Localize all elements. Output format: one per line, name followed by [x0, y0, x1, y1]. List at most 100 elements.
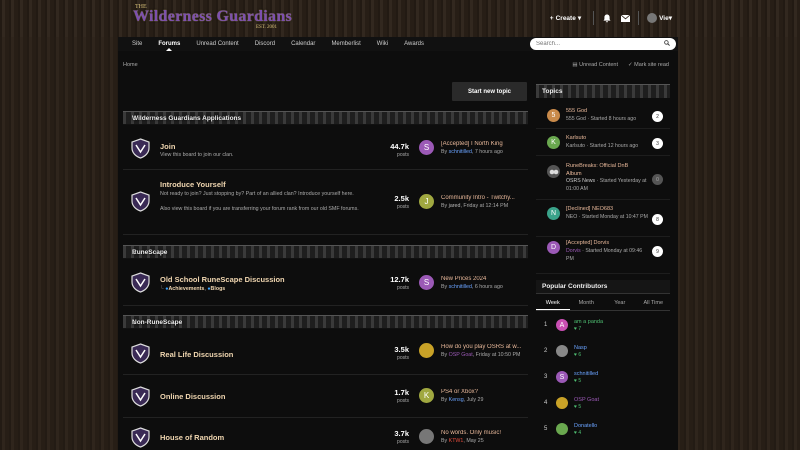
- contributors-tab-all-time[interactable]: All Time: [637, 297, 671, 310]
- contributor-row[interactable]: 2 Nasp ♥ 6: [536, 339, 670, 365]
- category-header[interactable]: Wilderness Guardians Applications ⌄: [123, 111, 528, 125]
- topic-title[interactable]: RuneBreaks: Official DnB Album: [566, 163, 638, 178]
- contributor-row[interactable]: 5 Donatello ♥ 4: [536, 417, 670, 443]
- last-post-user[interactable]: Kensg: [449, 397, 464, 403]
- last-post-user[interactable]: jared: [449, 203, 461, 209]
- search-icon[interactable]: [664, 40, 670, 48]
- avatar[interactable]: [556, 345, 568, 357]
- last-post-title[interactable]: PS4 or Xbox?: [441, 389, 527, 395]
- contributor-name[interactable]: am a panda: [574, 319, 603, 325]
- post-count-label: posts: [397, 152, 409, 158]
- last-post-user[interactable]: schnitilled: [449, 284, 472, 290]
- contributor-name[interactable]: Donatello: [574, 423, 597, 429]
- user-avatar[interactable]: [647, 13, 658, 23]
- forum-title[interactable]: Join: [160, 142, 175, 151]
- forum-row[interactable]: Join View this board to join our clan. 4…: [123, 126, 528, 170]
- forum-row[interactable]: Old School RuneScape Discussion └ ●Achie…: [123, 260, 528, 306]
- topic-title[interactable]: Karlsuto: [566, 135, 638, 143]
- topic-author[interactable]: 555 God: [566, 116, 586, 122]
- unread-content-link[interactable]: ▤ Unread Content: [572, 62, 618, 68]
- topic-item[interactable]: K Karlsuto Karlsuto · Started 12 hours a…: [536, 130, 670, 156]
- avatar[interactable]: 5: [547, 109, 560, 122]
- mark-read-link[interactable]: ✓ Mark site read: [628, 62, 669, 68]
- topic-item[interactable]: N [Declined] NEO683 NEO · Started Monday…: [536, 201, 670, 237]
- avatar[interactable]: K: [547, 136, 560, 149]
- contributor-name[interactable]: Nasp: [574, 345, 587, 351]
- envelope-icon[interactable]: [620, 13, 630, 23]
- avatar[interactable]: [556, 397, 568, 409]
- user-name[interactable]: Vie: [659, 15, 669, 22]
- forum-title[interactable]: Online Discussion: [160, 392, 225, 401]
- forum-row[interactable]: Real Life Discussion 3.5k posts How do y…: [123, 331, 528, 375]
- contributor-row[interactable]: 4 OSP Goat ♥ 5: [536, 391, 670, 417]
- category-header[interactable]: RuneScape ⌄: [123, 245, 528, 259]
- post-count-value: 12.7k: [390, 275, 409, 284]
- avatar[interactable]: S: [419, 140, 434, 155]
- last-post-title[interactable]: New Prices 2024: [441, 276, 527, 282]
- topic-item[interactable]: 5 555 God 555 God · Started 8 hours ago …: [536, 103, 670, 129]
- forum-title[interactable]: House of Random: [160, 433, 224, 442]
- subforum-achievements[interactable]: Achievements: [168, 286, 204, 292]
- topic-title[interactable]: [Declined] NEO683: [566, 206, 638, 214]
- avatar[interactable]: D: [547, 241, 560, 254]
- avatar[interactable]: N: [547, 207, 560, 220]
- last-post-title[interactable]: How do you play OSRS at w...: [441, 344, 527, 350]
- last-post-user[interactable]: OSP Goat: [449, 352, 473, 358]
- topic-title[interactable]: [Accepted] Dorvis: [566, 240, 638, 248]
- site-logo[interactable]: THE Wilderness Guardians EST. 2001: [133, 4, 292, 30]
- contributors-tab-year[interactable]: Year: [603, 297, 637, 310]
- nav-tab-wiki[interactable]: Wiki: [369, 37, 396, 51]
- contributor-row[interactable]: 3 Sschnitilled ♥ 5: [536, 365, 670, 391]
- contributor-name[interactable]: schnitilled: [574, 371, 598, 377]
- start-new-topic-button[interactable]: Start new topic: [452, 82, 527, 101]
- forum-row[interactable]: Introduce Yourself Not ready to join? Ju…: [123, 171, 528, 235]
- last-post-title[interactable]: Community Intro - Twitchy...: [441, 195, 527, 201]
- nav-tab-calendar[interactable]: Calendar: [283, 37, 323, 51]
- forum-title[interactable]: Old School RuneScape Discussion: [160, 275, 285, 284]
- topic-item[interactable]: RuneBreaks: Official DnB Album OSRS News…: [536, 157, 670, 200]
- topic-author[interactable]: NEO: [566, 214, 577, 220]
- chevron-icon[interactable]: ⌄: [132, 319, 522, 326]
- topic-title[interactable]: 555 God: [566, 108, 638, 116]
- topic-item[interactable]: D [Accepted] Dorvis Dorvis · Started Mon…: [536, 238, 670, 274]
- forum-title[interactable]: Real Life Discussion: [160, 350, 233, 359]
- topic-author[interactable]: Karlsuto: [566, 143, 585, 149]
- chevron-icon[interactable]: ⌄: [132, 249, 522, 256]
- nav-tab-awards[interactable]: Awards: [396, 37, 432, 51]
- contributor-row[interactable]: 1 Aam a panda ♥ 7: [536, 313, 670, 339]
- last-post-user[interactable]: KTW1: [449, 438, 464, 444]
- avatar[interactable]: S: [556, 371, 568, 383]
- category-header[interactable]: Non-RuneScape ⌄: [123, 315, 528, 329]
- avatar[interactable]: S: [419, 275, 434, 290]
- last-post-user[interactable]: schnitilled: [449, 149, 472, 155]
- nav-tab-memberlist[interactable]: Memberlist: [323, 37, 368, 51]
- create-button[interactable]: + Create ▾: [550, 14, 581, 23]
- nav-tab-unread-content[interactable]: Unread Content: [188, 37, 246, 51]
- avatar[interactable]: J: [419, 194, 434, 209]
- forum-row[interactable]: House of Random 3.7k posts No words. Onl…: [123, 419, 528, 450]
- breadcrumb-home[interactable]: Home: [123, 62, 138, 68]
- last-post-title[interactable]: [Accepted] I North King: [441, 141, 527, 147]
- bell-icon[interactable]: [602, 13, 612, 23]
- avatar[interactable]: [419, 429, 434, 444]
- contributors-tab-month[interactable]: Month: [570, 297, 604, 310]
- topic-author[interactable]: OSRS News: [566, 178, 595, 184]
- avatar[interactable]: A: [556, 319, 568, 331]
- avatar[interactable]: [547, 165, 560, 178]
- subforum-blogs[interactable]: Blogs: [211, 286, 226, 292]
- last-post-title[interactable]: No words. Only music!: [441, 430, 527, 436]
- topic-author[interactable]: Dorvis: [566, 248, 581, 254]
- search-box[interactable]: [530, 38, 676, 50]
- search-input[interactable]: [530, 38, 650, 50]
- nav-tab-site[interactable]: Site: [124, 37, 150, 51]
- chevron-icon[interactable]: ⌄: [132, 115, 522, 122]
- contributor-name[interactable]: OSP Goat: [574, 397, 599, 403]
- forum-row[interactable]: Online Discussion 1.7k posts K PS4 or Xb…: [123, 376, 528, 418]
- nav-tab-forums[interactable]: Forums: [150, 37, 188, 51]
- forum-title[interactable]: Introduce Yourself: [160, 180, 226, 189]
- avatar[interactable]: K: [419, 388, 434, 403]
- nav-tab-discord[interactable]: Discord: [247, 37, 283, 51]
- avatar[interactable]: [419, 343, 434, 358]
- contributors-tab-week[interactable]: Week: [536, 297, 570, 310]
- avatar[interactable]: [556, 423, 568, 435]
